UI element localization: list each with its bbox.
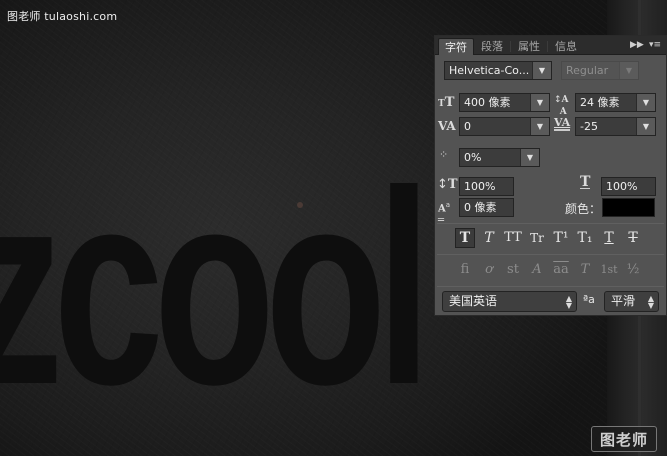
tracking-value: -25: [580, 120, 598, 133]
font-size-icon: TT: [438, 95, 455, 110]
leading-field[interactable]: 24 像素 ▼: [575, 93, 656, 112]
chevron-down-icon: ▼: [565, 301, 572, 310]
tsume-field[interactable]: 0% ▼: [459, 148, 540, 167]
chevron-down-icon[interactable]: ▼: [636, 94, 655, 111]
tab-paragraph[interactable]: 段落: [475, 38, 509, 55]
all-caps-button[interactable]: TT: [503, 228, 523, 248]
ordinals-button[interactable]: 1st: [599, 260, 619, 280]
chevron-down-icon[interactable]: ▼: [636, 118, 655, 135]
tracking-field[interactable]: -25 ▼: [575, 117, 656, 136]
strikethrough-button[interactable]: T: [623, 228, 643, 248]
panel-menu-icon[interactable]: ▾≡: [649, 39, 661, 52]
swash-button[interactable]: A: [527, 260, 547, 280]
antialias-value: 平滑: [611, 294, 636, 308]
divider: [437, 223, 664, 224]
tab-character[interactable]: 字符: [438, 38, 474, 55]
underline-button[interactable]: T: [599, 228, 619, 248]
watermark-top: 图老师 tulaoshi.com: [7, 10, 118, 23]
tsume-value: 0%: [464, 151, 482, 164]
character-panel: 字符 段落 属性 信息 ▶▶ ▾≡ Helvetica-Co... ▼ Regu…: [434, 35, 667, 316]
contextual-alternates-button[interactable]: st: [503, 260, 523, 280]
chevron-down-icon[interactable]: ▼: [530, 94, 549, 111]
small-caps-button[interactable]: Tr: [527, 228, 547, 248]
chevron-down-icon[interactable]: ▼: [520, 149, 539, 166]
font-family-value: Helvetica-Co...: [449, 64, 530, 77]
panel-tab-bar: 字符 段落 属性 信息 ▶▶ ▾≡: [435, 36, 666, 55]
titling-alternates-button[interactable]: T: [575, 260, 595, 280]
horizontal-scale-icon: T: [580, 174, 591, 190]
stylistic-alternates-button[interactable]: aa: [551, 260, 571, 280]
canvas-text-layer[interactable]: zcool: [0, 150, 432, 426]
language-select[interactable]: 美国英语 ▲ ▼: [442, 291, 577, 312]
color-label: 颜色：: [565, 202, 602, 216]
baseline-shift-field[interactable]: 0 像素: [459, 198, 514, 217]
leading-icon: ↕A A: [554, 95, 569, 117]
color-swatch[interactable]: [602, 198, 655, 217]
discretionary-ligatures-button[interactable]: ơ: [479, 260, 499, 280]
antialias-select[interactable]: 平滑 ▲ ▼: [604, 291, 659, 312]
font-family-dropdown[interactable]: Helvetica-Co... ▼: [444, 61, 552, 80]
fractions-button[interactable]: ½: [623, 260, 643, 280]
chevron-down-icon[interactable]: ▼: [619, 62, 638, 79]
font-style-value: Regular: [566, 64, 609, 77]
tab-properties[interactable]: 属性: [512, 38, 546, 55]
divider: [437, 254, 664, 255]
tab-info[interactable]: 信息: [549, 38, 583, 55]
superscript-button[interactable]: T¹: [551, 228, 571, 248]
divider: [437, 286, 664, 287]
baseline-shift-value: 0 像素: [464, 201, 497, 214]
faux-italic-button[interactable]: T: [479, 228, 499, 248]
antialias-icon: ªa: [583, 293, 595, 306]
horizontal-scale-value: 100%: [606, 180, 638, 193]
tsume-icon: ⁘: [439, 148, 449, 161]
tab-separator: [510, 41, 511, 52]
kerning-field[interactable]: 0 ▼: [459, 117, 550, 136]
chevron-down-icon: ▼: [647, 301, 654, 310]
font-size-field[interactable]: 400 像素 ▼: [459, 93, 550, 112]
subscript-button[interactable]: T₁: [575, 228, 595, 248]
vertical-scale-field[interactable]: 100%: [459, 177, 514, 196]
chevron-down-icon[interactable]: ▼: [532, 62, 551, 79]
collapse-panel-icon[interactable]: ▶▶: [630, 39, 644, 52]
font-style-dropdown[interactable]: Regular ▼: [561, 61, 639, 80]
vertical-scale-value: 100%: [464, 180, 496, 193]
font-size-value: 400 像素: [464, 96, 511, 109]
ligatures-button[interactable]: fi: [455, 260, 475, 280]
horizontal-scale-field[interactable]: 100%: [601, 177, 656, 196]
language-value: 美国英语: [449, 294, 498, 308]
kerning-value: 0: [464, 120, 471, 133]
watermark-logo: 图老师: [591, 426, 657, 452]
kerning-icon: VA: [438, 119, 456, 133]
vertical-scale-icon: ↕T: [437, 177, 458, 192]
chevron-down-icon[interactable]: ▼: [530, 118, 549, 135]
faux-bold-button[interactable]: T: [455, 228, 475, 248]
leading-value: 24 像素: [580, 96, 620, 109]
tracking-icon: VA: [554, 116, 571, 131]
tab-separator: [547, 41, 548, 52]
